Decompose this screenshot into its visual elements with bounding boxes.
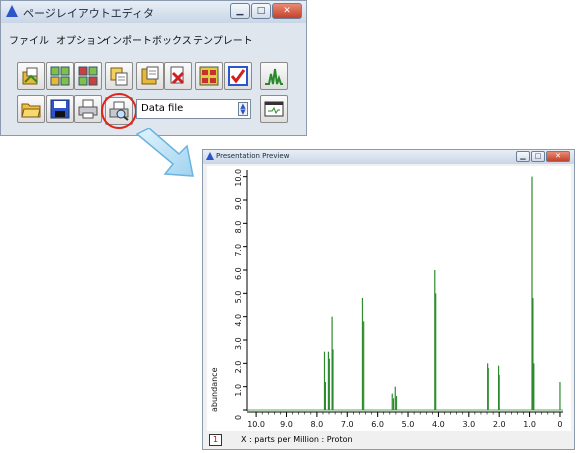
menu-options[interactable]: オプション: [56, 32, 106, 47]
presentation-preview-window: Presentation Preview ▁ □ ✕ 0 1.0 2.0 3.0 4.0…: [202, 149, 575, 450]
spectrum-view-button[interactable]: [260, 62, 288, 90]
close-button[interactable]: ✕: [272, 3, 302, 19]
grid-layout-2-button[interactable]: [74, 62, 102, 90]
y-tick-label: 3.0: [234, 337, 243, 350]
y-tick-label: 2.0: [234, 361, 243, 374]
preview-title: Presentation Preview: [216, 152, 290, 160]
x-tick-label: 8.0: [311, 420, 324, 429]
x-tick-label: 3.0: [462, 420, 475, 429]
y-tick-label: 1.0: [234, 384, 243, 397]
app-logo-icon: [6, 5, 18, 17]
spectrum-plot-area: 0 1.0 2.0 3.0 4.0 5.0 6.0 7.0 8.0 9.0 10.0 10.0 9.0…: [207, 166, 571, 431]
editor-title-bar: ページレイアウトエディタ ▁ □ ✕: [1, 1, 306, 23]
import-data-icon: [22, 67, 38, 85]
menu-import[interactable]: インポート: [102, 32, 152, 47]
check-box-icon: [228, 66, 248, 86]
x-axis-status-label: X : parts per Million : Proton: [241, 435, 353, 444]
data-file-select[interactable]: Data file ▲ ▼: [136, 99, 251, 119]
align-boxes-icon: [199, 66, 219, 86]
y-tick-label: 4.0: [234, 314, 243, 327]
x-tick-label: 7.0: [341, 420, 354, 429]
y-axis-label: abundance: [210, 367, 219, 412]
x-tick-label: 5.0: [402, 420, 415, 429]
preview-minimize-button[interactable]: ▁: [516, 151, 530, 162]
open-folder-button[interactable]: [17, 95, 45, 123]
transition-arrow-icon: [135, 128, 194, 177]
grid-layout-button[interactable]: [46, 62, 74, 90]
y-tick-label: 0: [234, 415, 243, 420]
preview-status-bar: 1 X : parts per Million : Proton: [207, 433, 571, 448]
page-layout-editor-window: ページレイアウトエディタ ▁ □ ✕ ファイル オプション インポート ボックス…: [0, 0, 307, 136]
save-button[interactable]: [46, 95, 74, 123]
print-button[interactable]: [74, 95, 102, 123]
save-disk-icon: [50, 99, 70, 119]
check-box-button[interactable]: [224, 62, 252, 90]
spectrum-view-icon: [265, 68, 283, 85]
paste-box-icon: [141, 66, 159, 85]
maximize-button[interactable]: □: [251, 3, 271, 19]
x-tick-label: 10.0: [247, 420, 265, 429]
data-file-select-value: Data file: [141, 103, 184, 114]
delete-box-icon: [170, 66, 185, 85]
x-ticks: 10.0 9.0 8.0 7.0 6.0 5.0 4.0 3.0 2.0 1.0 0: [247, 412, 563, 429]
y-tick-label: 8.0: [234, 221, 243, 234]
editor-title: ページレイアウトエディタ: [23, 7, 155, 20]
spectrum-peaks: [323, 176, 561, 410]
x-tick-label: 6.0: [371, 420, 384, 429]
copy-boxes-button[interactable]: [105, 62, 133, 90]
align-boxes-button[interactable]: [195, 62, 223, 90]
menu-template[interactable]: テンプレート: [193, 32, 253, 47]
menu-bar: ファイル オプション インポート ボックス テンプレート: [1, 23, 306, 51]
minimize-button[interactable]: ▁: [230, 3, 250, 19]
preview-close-button[interactable]: ✕: [546, 151, 570, 162]
open-folder-icon: [21, 103, 41, 118]
x-tick-label: 1.0: [523, 420, 536, 429]
y-tick-label: 10.0: [234, 169, 243, 187]
delete-box-button[interactable]: [164, 62, 192, 90]
x-tick-label: 9.0: [280, 420, 293, 429]
menu-file[interactable]: ファイル: [9, 32, 49, 47]
select-arrows-icon[interactable]: ▲ ▼: [238, 102, 248, 116]
highlight-circle: [101, 93, 137, 129]
preview-maximize-button[interactable]: □: [531, 151, 545, 162]
paste-box-button[interactable]: [136, 62, 164, 90]
y-tick-label: 6.0: [234, 267, 243, 280]
preview-title-bar: Presentation Preview ▁ □ ✕: [203, 150, 574, 164]
menu-box[interactable]: ボックス: [152, 32, 192, 47]
grid-layout-icon: [50, 66, 70, 86]
y-ticks: 0 1.0 2.0 3.0 4.0 5.0 6.0 7.0 8.0 9.0 10.0: [234, 169, 247, 420]
nmr-spectrum-chart: 0 1.0 2.0 3.0 4.0 5.0 6.0 7.0 8.0 9.0 10.0 10.0 9.0…: [210, 169, 563, 429]
y-tick-label: 9.0: [234, 197, 243, 210]
window-preview-button[interactable]: [260, 95, 288, 123]
y-tick-label: 5.0: [234, 291, 243, 304]
page-number-box[interactable]: 1: [209, 434, 222, 446]
y-tick-label: 7.0: [234, 244, 243, 257]
printer-icon: [78, 99, 98, 119]
x-tick-label: 2.0: [493, 420, 506, 429]
grid-layout-2-icon: [78, 66, 98, 86]
preview-app-icon: [206, 152, 214, 160]
x-tick-label: 0: [557, 420, 562, 429]
x-tick-label: 4.0: [432, 420, 445, 429]
window-preview-icon: [264, 101, 284, 117]
copy-boxes-icon: [110, 67, 128, 86]
import-data-button[interactable]: [17, 62, 45, 90]
